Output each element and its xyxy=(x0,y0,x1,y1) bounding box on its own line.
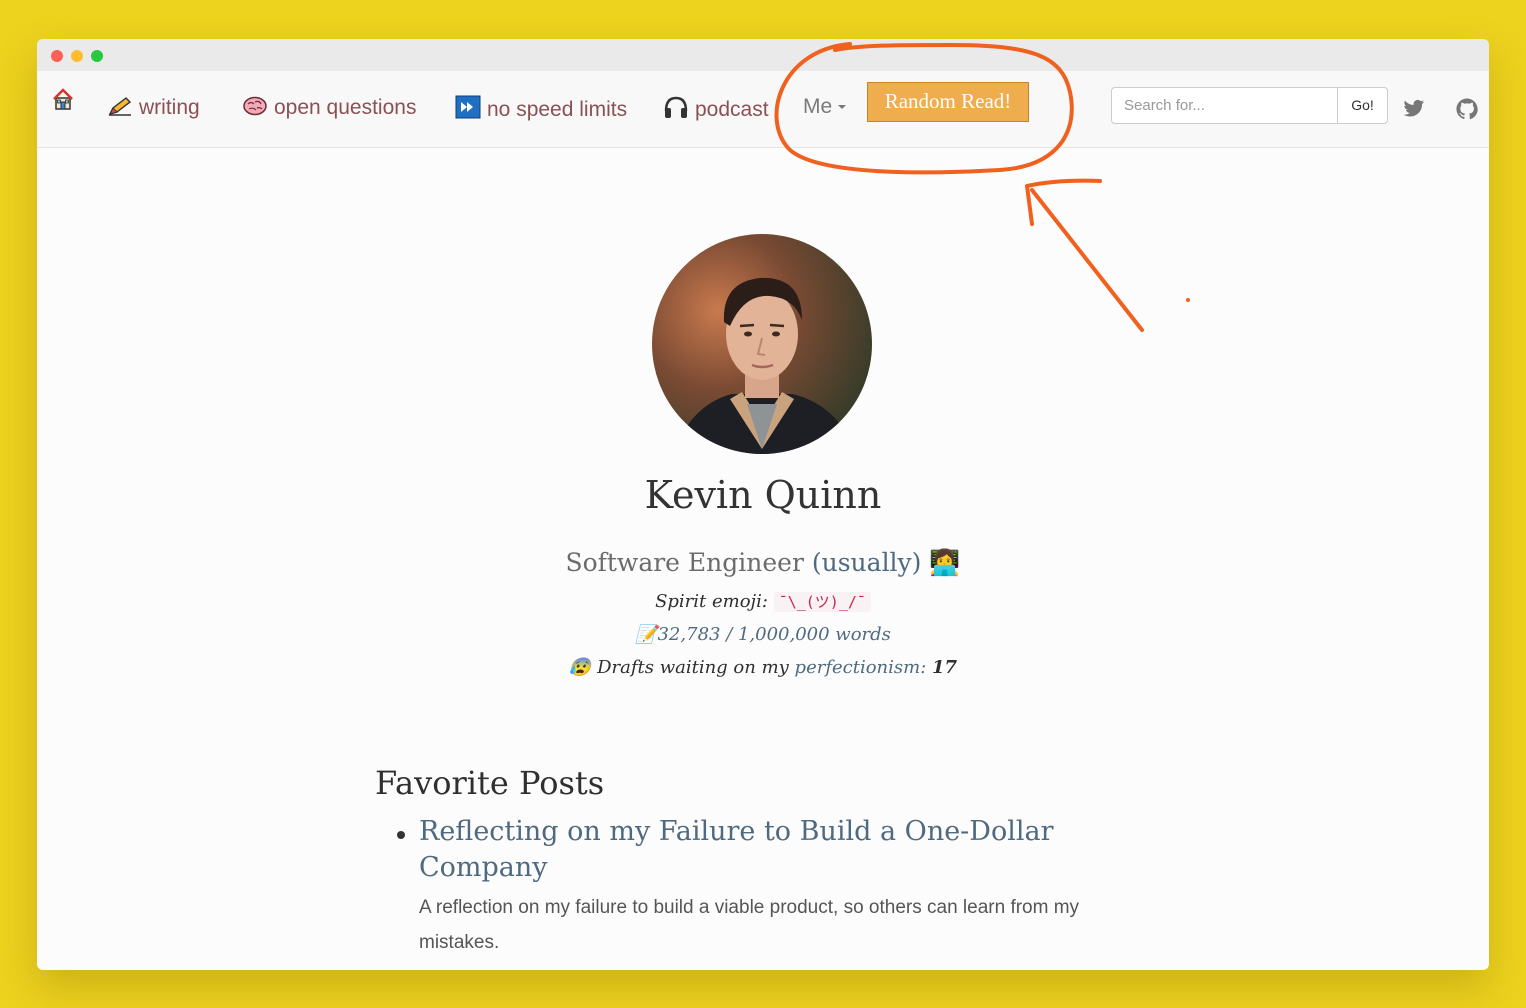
nav-writing[interactable]: writing xyxy=(107,95,200,120)
post-title-link[interactable]: Reflecting on my Failure to Build a One-… xyxy=(419,814,1095,886)
post-description: A reflection on my failure to build a vi… xyxy=(419,897,1080,953)
github-icon[interactable] xyxy=(1456,98,1478,120)
house-icon[interactable] xyxy=(51,87,75,111)
drafts-line: 😰 Drafts waiting on my perfectionism: 17 xyxy=(37,657,1489,678)
desktop-background: writing open questions no speed limits p… xyxy=(0,0,1526,1008)
profile-avatar xyxy=(652,234,872,454)
spirit-emoji-label: Spirit emoji: xyxy=(655,591,768,612)
technologist-emoji-icon: 👩‍💻 xyxy=(929,548,961,577)
caret-down-icon xyxy=(838,105,847,109)
random-read-button[interactable]: Random Read! xyxy=(867,82,1029,122)
spirit-emoji-line: Spirit emoji: ¯\_(ツ)_/¯ xyxy=(37,591,1489,612)
anxious-face-icon: 😰 xyxy=(568,657,592,678)
me-dropdown-label: Me xyxy=(803,95,833,118)
maximize-window-button[interactable] xyxy=(91,50,103,62)
profile-name: Kevin Quinn xyxy=(644,473,882,517)
spirit-emoji-value: ¯\_(ツ)_/¯ xyxy=(773,592,871,612)
search-go-button[interactable]: Go! xyxy=(1337,87,1388,124)
twitter-icon[interactable] xyxy=(1403,99,1425,119)
nav-open-questions[interactable]: open questions xyxy=(242,95,416,120)
site-navbar: writing open questions no speed limits p… xyxy=(37,71,1489,148)
drafts-count: 17 xyxy=(932,657,958,678)
pencil-icon xyxy=(108,97,132,116)
search-input[interactable] xyxy=(1111,87,1338,124)
browser-window: writing open questions no speed limits p… xyxy=(37,39,1489,970)
favorite-posts-list: Reflecting on my Failure to Build a One-… xyxy=(375,814,1095,960)
favorite-posts-heading: Favorite Posts xyxy=(375,764,605,802)
fast-forward-icon xyxy=(455,95,481,119)
usually-link[interactable]: (usually) xyxy=(812,548,922,577)
window-titlebar xyxy=(37,39,1489,71)
headphones-icon xyxy=(664,96,688,118)
nav-open-questions-label: open questions xyxy=(274,96,417,119)
profile-role: Software Engineer xyxy=(565,548,804,577)
word-count-line[interactable]: 📝32,783 / 1,000,000 words xyxy=(37,624,1489,645)
nav-no-speed-limits[interactable]: no speed limits xyxy=(455,95,627,122)
list-item: Reflecting on my Failure to Build a One-… xyxy=(375,814,1095,960)
bullet-icon xyxy=(397,831,405,839)
me-dropdown[interactable]: Me xyxy=(803,95,847,119)
nav-no-speed-limits-label: no speed limits xyxy=(487,98,628,121)
drafts-prefix: Drafts waiting on my xyxy=(597,657,789,678)
nav-podcast[interactable]: podcast xyxy=(663,95,769,122)
brain-icon xyxy=(243,96,267,116)
profile-tagline: Software Engineer (usually) 👩‍💻 xyxy=(37,548,1489,578)
word-count-text: 32,783 / 1,000,000 words xyxy=(657,624,891,645)
memo-icon: 📝 xyxy=(635,624,658,645)
perfectionism-link[interactable]: perfectionism: xyxy=(795,657,927,678)
minimize-window-button[interactable] xyxy=(71,50,83,62)
nav-podcast-label: podcast xyxy=(695,98,769,121)
close-window-button[interactable] xyxy=(51,50,63,62)
nav-writing-label: writing xyxy=(139,96,200,119)
